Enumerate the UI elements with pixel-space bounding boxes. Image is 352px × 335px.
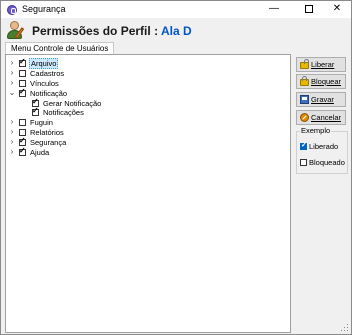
tree-checkbox[interactable]	[19, 118, 26, 126]
tree-node-fuguin[interactable]: › Fuguin	[8, 117, 54, 127]
example-title: Exemplo	[300, 126, 332, 135]
tree-node-label[interactable]: Notificações	[42, 108, 85, 117]
page-title: Permissões do Perfil : Ala D	[32, 24, 192, 38]
title-bar[interactable]: Segurança — ✕	[1, 1, 351, 18]
expand-arrow-icon[interactable]: ›	[8, 137, 16, 147]
lock-icon	[300, 76, 309, 86]
tree-node-label[interactable]: Relatórios	[29, 128, 65, 137]
tree-checkbox[interactable]	[19, 79, 26, 87]
tree-checkbox[interactable]	[19, 128, 26, 136]
legend-bloqueado-label: Bloqueado	[309, 158, 345, 167]
example-legend: Exemplo Liberado Bloqueado	[296, 126, 348, 174]
expand-arrow-icon[interactable]: ›	[8, 117, 16, 127]
tree-node-ajuda[interactable]: › Ajuda	[8, 146, 50, 157]
tree-node-label[interactable]: Cadastros	[29, 69, 65, 78]
tree-node-label[interactable]: Fuguin	[29, 118, 54, 127]
liberar-button[interactable]: Liberar	[296, 57, 346, 72]
tree-node-arquivo[interactable]: › Arquivo	[8, 57, 59, 69]
profile-name: Ala D	[160, 24, 192, 38]
tree-node-label[interactable]: Ajuda	[29, 148, 50, 157]
page-header: Permissões do Perfil : Ala D	[1, 18, 351, 44]
legend-checkbox-checked	[300, 141, 307, 150]
tree-node-cadastros[interactable]: › Cadastros	[8, 68, 65, 78]
user-edit-icon	[6, 20, 26, 40]
tree-checkbox[interactable]	[32, 106, 39, 116]
expand-arrow-icon[interactable]: ›	[8, 147, 16, 157]
legend-checkbox-unchecked	[300, 159, 307, 166]
tree-checkbox[interactable]	[19, 87, 26, 97]
save-icon	[300, 95, 309, 104]
tree-node-relatorios[interactable]: › Relatórios	[8, 127, 65, 137]
legend-liberado: Liberado	[300, 141, 339, 151]
close-button[interactable]: ✕	[322, 1, 352, 18]
tree-node-vinculos[interactable]: › Vínculos	[8, 78, 60, 88]
security-window: Segurança — ✕ Permissões do Perfil : Ala…	[0, 0, 352, 335]
maximize-button[interactable]	[294, 1, 324, 18]
tree-node-seguranca[interactable]: › Segurança	[8, 136, 67, 147]
maximize-icon	[305, 5, 313, 13]
expand-arrow-icon[interactable]: ›	[8, 78, 16, 88]
expand-arrow-icon[interactable]: ›	[8, 68, 16, 78]
bloquear-button[interactable]: Bloquear	[296, 74, 346, 89]
resize-grip-icon[interactable]	[341, 324, 349, 332]
cancelar-button[interactable]: Cancelar	[296, 110, 346, 125]
minimize-button[interactable]: —	[259, 1, 289, 18]
page-title-separator: :	[154, 24, 159, 38]
bloquear-label: Bloquear	[311, 77, 342, 86]
tree-node-label[interactable]: Vínculos	[29, 79, 60, 88]
tree-checkbox[interactable]	[19, 136, 26, 146]
tree-checkbox[interactable]	[19, 146, 26, 156]
gravar-button[interactable]: Gravar	[296, 92, 346, 107]
expand-arrow-icon[interactable]: ›	[8, 127, 16, 137]
legend-liberado-label: Liberado	[309, 142, 339, 151]
page-title-text: Permissões do Perfil	[32, 24, 151, 38]
legend-bloqueado: Bloqueado	[300, 158, 345, 167]
unlock-icon	[300, 59, 309, 69]
tree-node-notificacoes[interactable]: Notificações	[21, 106, 85, 117]
permissions-tree[interactable]: › Arquivo › Cadastros › Vínculos ⌄ Notif…	[5, 54, 291, 333]
window-title: Segurança	[22, 4, 66, 14]
tree-checkbox[interactable]	[19, 69, 26, 77]
tree-node-label[interactable]: Arquivo	[29, 57, 59, 69]
collapse-arrow-icon[interactable]: ⌄	[8, 88, 16, 98]
gravar-label: Gravar	[311, 95, 334, 104]
liberar-label: Liberar	[311, 60, 335, 69]
tree-node-label[interactable]: Segurança	[29, 138, 67, 147]
cancelar-label: Cancelar	[311, 113, 342, 122]
tree-checkbox[interactable]	[19, 57, 26, 67]
cancel-icon	[300, 113, 309, 122]
app-icon	[7, 5, 17, 15]
expand-arrow-icon[interactable]: ›	[8, 58, 16, 68]
